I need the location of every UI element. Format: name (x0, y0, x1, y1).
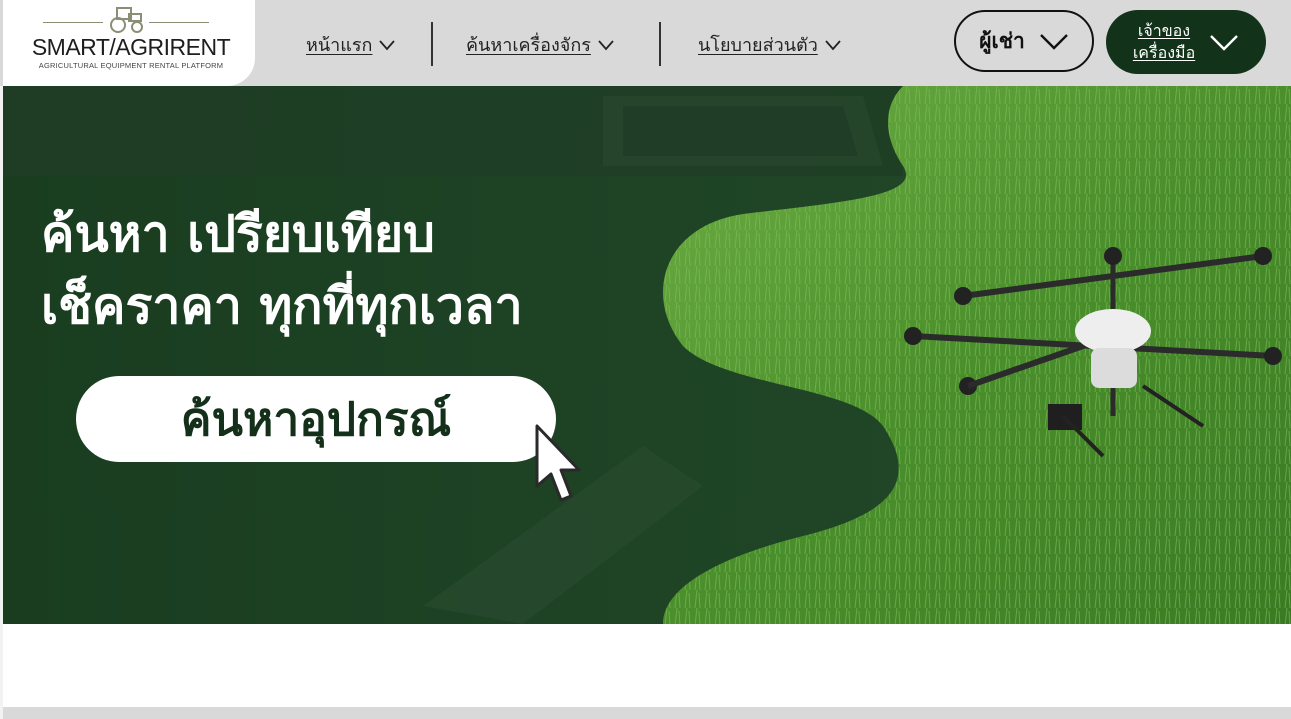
nav-item-privacy-policy-label: นโยบายส่วนตัว (698, 35, 818, 56)
nav-item-home[interactable]: หน้าแรก (306, 30, 396, 59)
owner-menu-button[interactable]: เจ้าของ เครื่องมือ (1106, 10, 1266, 74)
site-header: SMART/AGRIRENT AGRICULTURAL EQUIPMENT RE… (0, 0, 1291, 86)
logo-line-left (43, 22, 103, 23)
logo-title: SMART/AGRIRENT (31, 34, 231, 60)
tractor-icon (110, 7, 143, 33)
chevron-down-icon (1210, 35, 1239, 51)
hero-headline: ค้นหา เปรียบเทียบ เช็คราคา ทุกที่ทุกเวลา (41, 198, 523, 342)
hero-headline-line2: เช็คราคา ทุกที่ทุกเวลา (41, 277, 523, 335)
hero-banner: ค้นหา เปรียบเทียบ เช็คราคา ทุกที่ทุกเวลา… (3, 86, 1291, 624)
logo[interactable]: SMART/AGRIRENT AGRICULTURAL EQUIPMENT RE… (3, 0, 255, 86)
hero-background-image (3, 86, 1291, 624)
nav-divider (659, 22, 661, 66)
bottom-divider (3, 707, 1291, 719)
logo-subtitle: AGRICULTURAL EQUIPMENT RENTAL PLATFORM (38, 61, 224, 70)
owner-menu-label-line2: เครื่องมือ (1132, 43, 1196, 62)
search-equipment-button[interactable]: ค้นหาอุปกรณ์ (76, 376, 556, 462)
chevron-down-icon (1039, 34, 1068, 50)
nav-item-privacy-policy[interactable]: นโยบายส่วนตัว (698, 30, 842, 59)
nav-item-search-machines-label: ค้นหาเครื่องจักร (466, 35, 591, 56)
chevron-down-icon (825, 39, 841, 50)
hero-headline-line1: ค้นหา เปรียบเทียบ (41, 205, 435, 263)
nav-item-search-machines[interactable]: ค้นหาเครื่องจักร (466, 30, 615, 59)
renter-menu-button[interactable]: ผู้เช่า (954, 10, 1094, 72)
owner-menu-label-line1: เจ้าของ (1137, 21, 1191, 40)
nav-item-home-label: หน้าแรก (306, 35, 373, 56)
pointer-cursor-icon (535, 424, 581, 502)
chevron-down-icon (379, 39, 396, 50)
renter-menu-label: ผู้เช่า (979, 28, 1025, 53)
nav-divider (431, 22, 433, 66)
logo-line-right (149, 22, 209, 23)
chevron-down-icon (598, 39, 614, 50)
